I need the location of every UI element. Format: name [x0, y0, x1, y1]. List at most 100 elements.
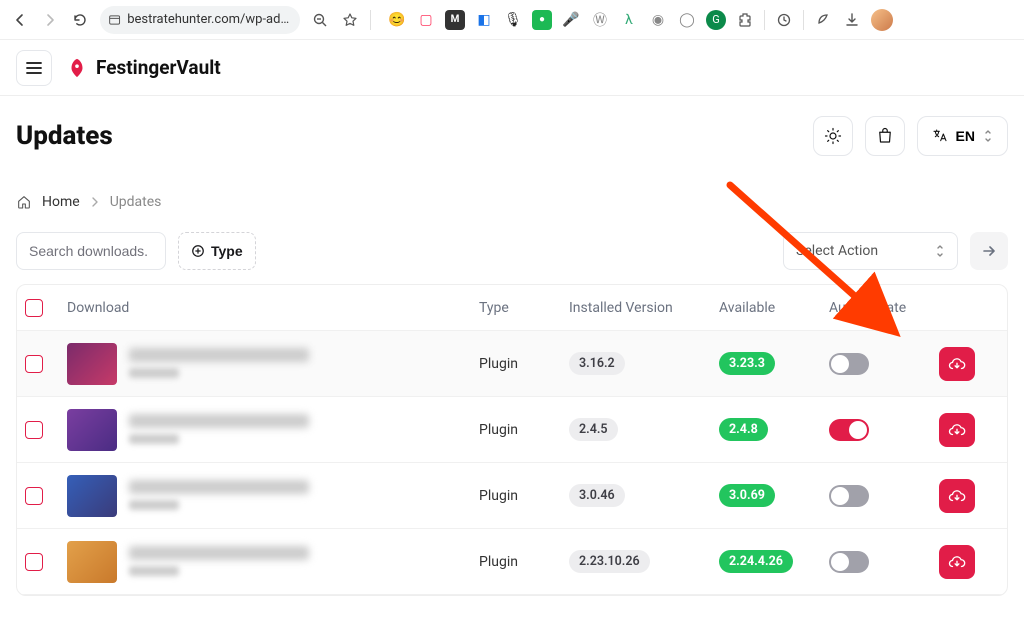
chevron-updown-icon	[983, 129, 993, 143]
downloads-icon[interactable]	[842, 10, 862, 30]
extension-icon[interactable]: Ⓦ	[590, 10, 610, 30]
rocket-icon	[66, 57, 88, 79]
app-bar: FestingerVault	[0, 40, 1024, 96]
theme-toggle-button[interactable]	[813, 116, 853, 156]
plus-circle-icon	[191, 244, 205, 258]
translate-icon	[932, 128, 948, 144]
select-all-checkbox[interactable]	[25, 299, 43, 317]
menu-button[interactable]	[16, 50, 52, 86]
row-checkbox[interactable]	[25, 487, 43, 505]
filter-row: Type Select Action	[0, 226, 1024, 284]
extension-icon[interactable]: λ	[619, 10, 639, 30]
profile-avatar[interactable]	[871, 9, 893, 31]
breadcrumb: Home Updates	[0, 166, 1024, 226]
download-cell[interactable]	[67, 343, 479, 385]
divider	[803, 10, 804, 30]
row-checkbox[interactable]	[25, 553, 43, 571]
browser-chrome: bestratehunter.com/wp-adm... 😊 ▢ M ◧ 🎙 ●…	[0, 0, 1024, 40]
arrow-right-icon	[981, 243, 997, 259]
extensions-menu-icon[interactable]	[735, 10, 755, 30]
auto-update-toggle[interactable]	[829, 353, 869, 375]
type-cell: Plugin	[479, 422, 569, 438]
extension-icon[interactable]: ●	[532, 10, 552, 30]
type-filter-label: Type	[211, 243, 243, 259]
extension-icon[interactable]: 🎤	[561, 10, 581, 30]
plugin-name	[129, 348, 369, 380]
plugin-thumbnail	[67, 343, 117, 385]
home-icon	[16, 194, 32, 210]
available-version-badge: 3.23.3	[719, 352, 775, 375]
browser-forward-button[interactable]	[40, 10, 60, 30]
extension-icon[interactable]: M	[445, 10, 465, 30]
col-installed: Installed Version	[569, 300, 719, 316]
chevron-right-icon	[90, 197, 100, 207]
search-input[interactable]	[16, 232, 166, 270]
download-button[interactable]	[939, 479, 975, 513]
table-header: Download Type Installed Version Availabl…	[17, 285, 1007, 331]
cart-button[interactable]	[865, 116, 905, 156]
auto-update-toggle[interactable]	[829, 485, 869, 507]
extension-icon[interactable]: ▢	[416, 10, 436, 30]
plugin-thumbnail	[67, 409, 117, 451]
col-type: Type	[479, 300, 569, 316]
divider	[370, 10, 371, 30]
updates-table: Download Type Installed Version Availabl…	[16, 284, 1008, 596]
hamburger-icon	[26, 61, 42, 75]
shopping-bag-icon	[876, 127, 894, 145]
breadcrumb-home[interactable]: Home	[42, 194, 80, 210]
brand[interactable]: FestingerVault	[66, 56, 221, 79]
extension-icons: 😊 ▢ M ◧ 🎙 ● 🎤 Ⓦ λ ◉ ◯ G	[387, 9, 893, 31]
submit-action-button[interactable]	[970, 232, 1008, 270]
plugin-name	[129, 414, 369, 446]
cloud-download-icon	[948, 487, 966, 505]
auto-update-toggle[interactable]	[829, 419, 869, 441]
installed-version-badge: 3.0.46	[569, 484, 625, 507]
row-checkbox[interactable]	[25, 421, 43, 439]
sun-icon	[824, 127, 842, 145]
extension-icon[interactable]: ◉	[648, 10, 668, 30]
star-icon[interactable]	[340, 10, 360, 30]
download-button[interactable]	[939, 413, 975, 447]
site-icon	[108, 13, 121, 27]
type-filter-button[interactable]: Type	[178, 232, 256, 270]
browser-reload-button[interactable]	[70, 10, 90, 30]
extension-icon[interactable]: ◯	[677, 10, 697, 30]
divider	[764, 10, 765, 30]
address-bar[interactable]: bestratehunter.com/wp-adm...	[100, 6, 300, 34]
cloud-download-icon	[948, 421, 966, 439]
plugin-thumbnail	[67, 541, 117, 583]
download-cell[interactable]	[67, 541, 479, 583]
plugin-name	[129, 480, 369, 512]
download-button[interactable]	[939, 545, 975, 579]
extension-icon[interactable]: 😊	[387, 10, 407, 30]
browser-back-button[interactable]	[10, 10, 30, 30]
extension-icon[interactable]: ◧	[474, 10, 494, 30]
col-download: Download	[67, 300, 479, 316]
history-icon[interactable]	[774, 10, 794, 30]
installed-version-badge: 2.4.5	[569, 418, 618, 441]
language-label: EN	[956, 128, 975, 144]
table-row: Plugin 2.23.10.26 2.24.4.26	[17, 529, 1007, 595]
extension-icon[interactable]: 🎙	[503, 10, 523, 30]
table-row: Plugin 3.16.2 3.23.3	[17, 331, 1007, 397]
table-row: Plugin 3.0.46 3.0.69	[17, 463, 1007, 529]
select-action-dropdown[interactable]: Select Action	[783, 232, 958, 270]
leaf-icon[interactable]	[813, 10, 833, 30]
col-available: Available	[719, 300, 829, 316]
type-cell: Plugin	[479, 488, 569, 504]
zoom-icon[interactable]	[310, 10, 330, 30]
download-button[interactable]	[939, 347, 975, 381]
download-cell[interactable]	[67, 475, 479, 517]
available-version-badge: 3.0.69	[719, 484, 775, 507]
auto-update-toggle[interactable]	[829, 551, 869, 573]
chevron-updown-icon	[935, 244, 945, 258]
table-row: Plugin 2.4.5 2.4.8	[17, 397, 1007, 463]
col-auto-update: Auto Update	[829, 300, 939, 316]
extension-icon[interactable]: G	[706, 10, 726, 30]
url-text: bestratehunter.com/wp-adm...	[127, 12, 292, 27]
language-selector[interactable]: EN	[917, 116, 1008, 156]
breadcrumb-current: Updates	[110, 194, 162, 210]
row-checkbox[interactable]	[25, 355, 43, 373]
download-cell[interactable]	[67, 409, 479, 451]
page-title: Updates	[16, 121, 113, 151]
